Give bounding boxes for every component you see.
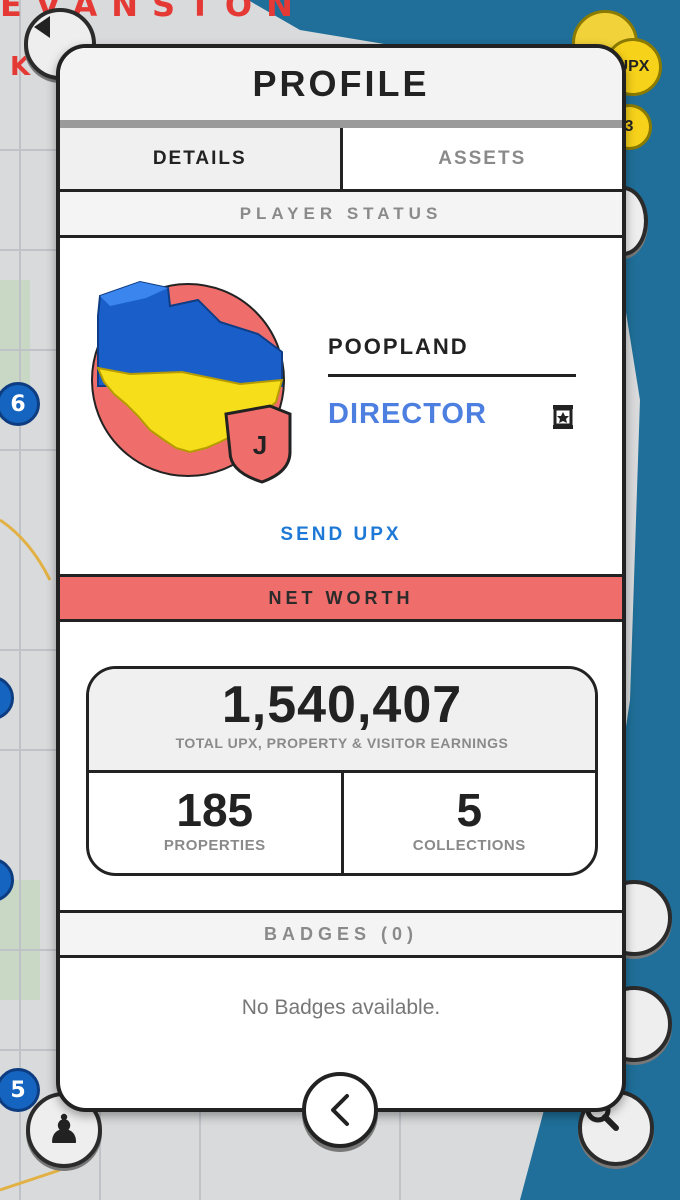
pawn-icon: ♟: [46, 1107, 82, 1153]
net-worth-total: 1,540,407 TOTAL UPX, PROPERTY & VISITOR …: [89, 669, 595, 773]
name-divider: [328, 374, 576, 377]
player-avatar: J: [91, 280, 292, 484]
player-rank: DIRECTOR: [328, 398, 487, 430]
net-worth-box: 1,540,407 TOTAL UPX, PROPERTY & VISITOR …: [86, 666, 598, 876]
tab-assets[interactable]: ASSETS: [342, 128, 622, 189]
player-name: POOPLAND: [328, 334, 469, 359]
profile-tabs: DETAILS ASSETS: [60, 128, 622, 192]
tab-details[interactable]: DETAILS: [60, 128, 343, 189]
net-worth-caption: TOTAL UPX, PROPERTY & VISITOR EARNINGS: [175, 735, 509, 751]
badges-header: BADGES (0): [60, 910, 622, 958]
collections-stat: 5 COLLECTIONS: [340, 773, 596, 873]
net-worth-stats: 185 PROPERTIES 5 COLLECTIONS: [89, 773, 596, 873]
player-status-header: PLAYER STATUS: [60, 192, 622, 238]
properties-count: 185: [176, 784, 254, 836]
net-worth-header: NET WORTH: [60, 574, 622, 622]
collections-label: COLLECTIONS: [412, 837, 526, 854]
send-upx-link[interactable]: SEND UPX: [60, 524, 622, 546]
avatar-badge-letter: J: [253, 430, 267, 460]
rank-info-icon[interactable]: [550, 404, 576, 430]
collections-count: 5: [456, 784, 483, 836]
chevron-left-icon: [331, 1094, 349, 1126]
player-status-section: J POOPLAND DIRECTOR SEND UPX: [60, 238, 622, 574]
net-worth-value: 1,540,407: [221, 676, 463, 734]
no-badges-message: No Badges available.: [241, 996, 441, 1019]
profile-header: PROFILE: [60, 48, 622, 128]
page-title: PROFILE: [252, 63, 430, 104]
properties-stat: 185 PROPERTIES: [89, 773, 341, 873]
properties-label: PROPERTIES: [163, 837, 266, 854]
triangle-left-icon: [34, 16, 50, 38]
close-profile-button[interactable]: [302, 1072, 378, 1148]
profile-panel: PROFILE DETAILS ASSETS PLAYER STATUS J P…: [56, 44, 626, 1112]
